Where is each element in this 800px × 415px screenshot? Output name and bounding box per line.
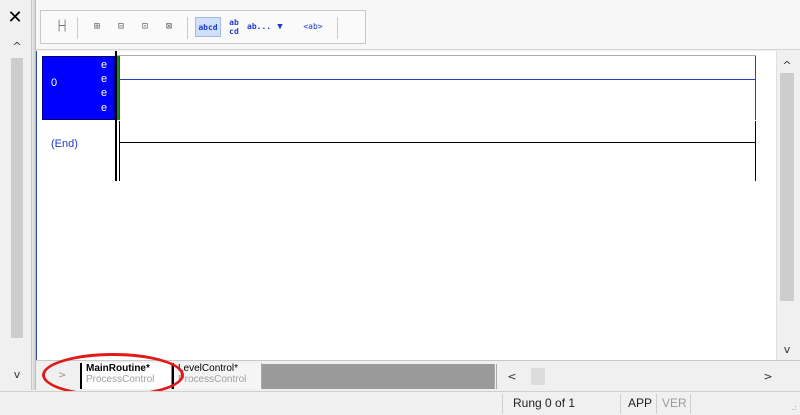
status-separator [502, 394, 503, 414]
scroll-down-arrow-icon[interactable]: v [777, 341, 797, 359]
scroll-down-arrow-icon[interactable]: v [8, 366, 26, 384]
tab-program-name: ProcessControl [178, 374, 247, 385]
editor-scroll-thumb[interactable] [780, 73, 794, 301]
ladder-editor-window: ✕ ^ v ├┤ ⊞ ⊟ ⊡ ⊠ abcd ab cd ab... ▼ <ab> [0, 0, 800, 415]
ver-status: VER [662, 396, 687, 410]
rung-count-status: Rung 0 of 1 [513, 396, 576, 410]
branch-icon[interactable]: ├┤ [51, 17, 73, 37]
rung-marker: e [101, 102, 108, 114]
status-separator [620, 394, 621, 414]
status-bar: Rung 0 of 1 APP VER .: [0, 391, 800, 415]
close-icon[interactable]: ✕ [3, 8, 27, 28]
rung-marker: e [101, 87, 108, 99]
left-vertical-scrollbar[interactable]: ^ v [8, 38, 26, 386]
move-in-icon[interactable]: ⊡ [135, 17, 155, 37]
add-rung-below-icon[interactable]: ⊟ [111, 17, 131, 37]
editor-vertical-scrollbar[interactable]: ^ v [776, 51, 796, 360]
chevron-down-icon[interactable]: ▼ [273, 17, 287, 37]
status-separator [656, 394, 657, 414]
move-out-icon[interactable]: ⊠ [159, 17, 179, 37]
left-scroll-thumb[interactable] [11, 58, 23, 338]
rung-marker: e [101, 73, 108, 85]
ladder-toolbar: ├┤ ⊞ ⊟ ⊡ ⊠ abcd ab cd ab... ▼ <ab> [36, 0, 800, 50]
scroll-right-arrow-icon[interactable]: > [759, 364, 777, 389]
ab-tag-button[interactable]: <ab> [299, 17, 327, 37]
left-pane: ✕ ^ v [0, 0, 32, 390]
toolbar-separator [77, 17, 78, 39]
end-rung-label: (End) [51, 138, 78, 150]
ab-more-button[interactable]: ab... [247, 17, 271, 37]
tab-levelcontrol[interactable]: LevelControl* ProcessControl [172, 363, 262, 389]
status-separator [690, 394, 691, 414]
ladder-diagram-area[interactable]: 0 e e e e (End) [36, 51, 776, 360]
rung-0-line[interactable] [119, 79, 756, 80]
toolbar-separator [187, 17, 188, 39]
toolbar-separator [337, 17, 338, 39]
abcd-button[interactable]: abcd [195, 17, 221, 37]
app-status: APP [628, 396, 653, 410]
end-left-rail [119, 121, 120, 181]
resize-grip-icon[interactable]: .: [792, 403, 797, 412]
tab-routine-name: LevelControl* [178, 363, 239, 374]
rung-number: 0 [51, 77, 58, 89]
horizontal-scroll-thumb[interactable] [531, 368, 545, 385]
rung-top-line [117, 55, 756, 56]
right-power-rail [755, 56, 756, 120]
rung-number-selected[interactable]: 0 e e e e [42, 56, 115, 120]
toolbar-button-group: ├┤ ⊞ ⊟ ⊡ ⊠ abcd ab cd ab... ▼ <ab> [40, 10, 366, 44]
scroll-up-arrow-icon[interactable]: ^ [8, 38, 26, 56]
end-right-rail [755, 121, 756, 181]
rung-marker: e [101, 59, 108, 71]
end-rung-line [119, 142, 756, 143]
add-rung-above-icon[interactable]: ⊞ [87, 17, 107, 37]
ab-cd-button[interactable]: ab cd [225, 17, 243, 37]
horizontal-scrollbar[interactable]: < > [494, 364, 779, 389]
scroll-left-arrow-icon[interactable]: < [503, 364, 521, 389]
tab-strip-filler [262, 364, 494, 389]
left-power-rail [119, 56, 120, 120]
